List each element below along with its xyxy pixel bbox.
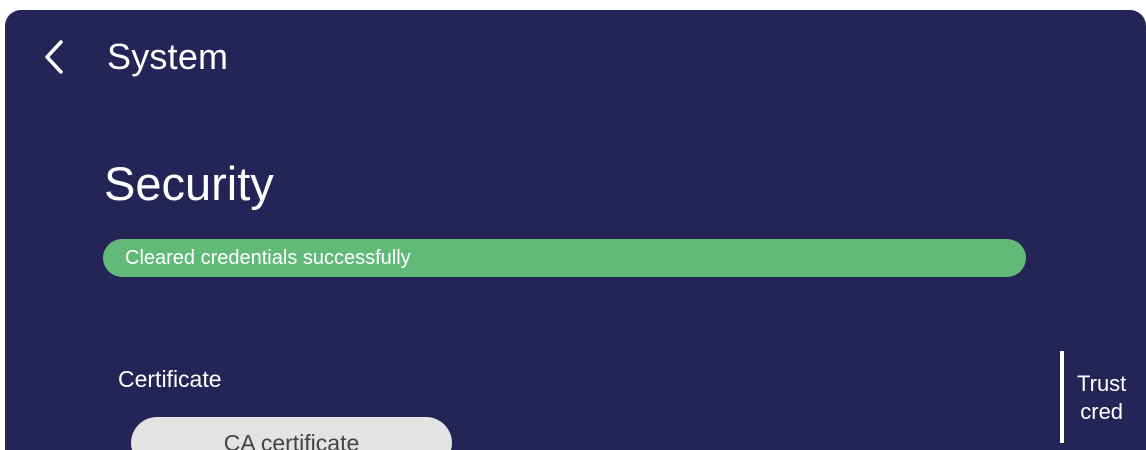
settings-panel: System Security Cleared credentials succ…: [5, 10, 1146, 450]
chevron-left-icon: [43, 39, 65, 75]
header: System: [43, 32, 228, 82]
certificate-section-label: Certificate: [118, 366, 222, 392]
ca-certificate-button-label: CA certificate: [223, 430, 360, 450]
section-divider: [1060, 351, 1064, 443]
trusted-credentials-item[interactable]: Trust cred: [1077, 370, 1126, 426]
back-button[interactable]: [43, 32, 83, 82]
toast-message: Cleared credentials successfully: [125, 247, 411, 269]
header-title: System: [107, 36, 229, 77]
success-toast: Cleared credentials successfully: [103, 239, 1026, 277]
trusted-credentials-label-line1: Trust: [1077, 371, 1127, 396]
page-title: Security: [104, 157, 274, 210]
trusted-credentials-label-line2: cred: [1080, 399, 1124, 424]
ca-certificate-button[interactable]: CA certificate: [131, 417, 452, 450]
